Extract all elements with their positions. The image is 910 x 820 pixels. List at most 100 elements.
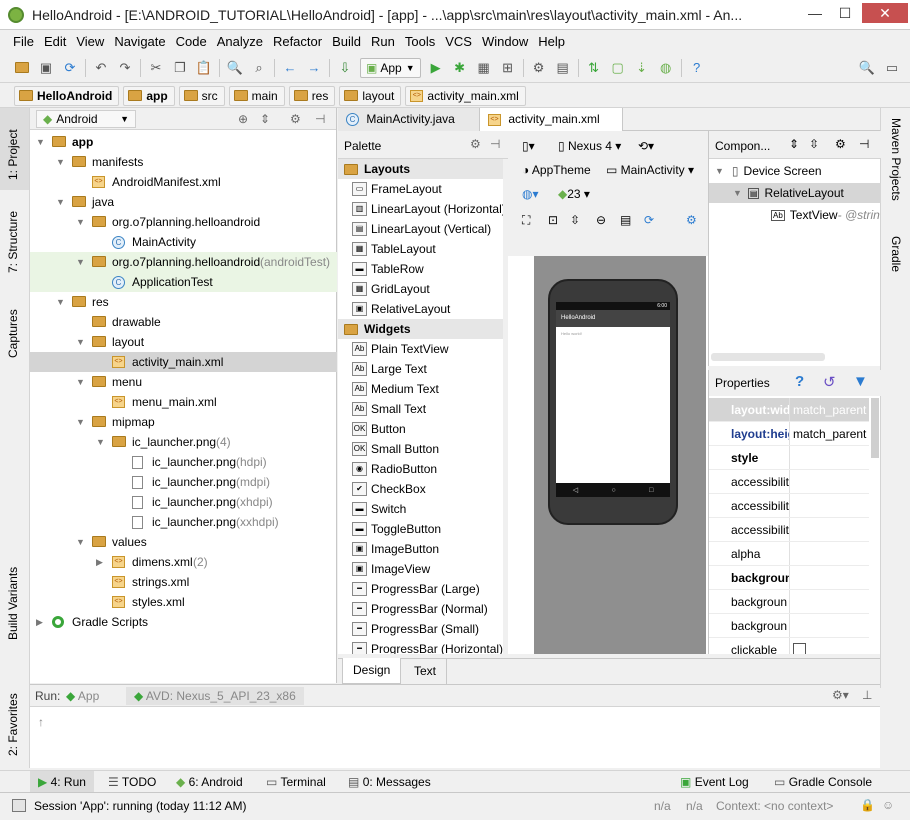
hide-panel-icon[interactable]: ⊣: [315, 112, 325, 126]
property-row[interactable]: accessibilit: [709, 494, 869, 518]
property-value[interactable]: match_parent: [789, 422, 869, 445]
tab-captures[interactable]: Captures: [6, 309, 20, 358]
palette-item[interactable]: ━ ProgressBar (Small): [338, 619, 503, 639]
hide-panel-icon[interactable]: ⊣: [490, 137, 500, 151]
find-icon[interactable]: 🔍: [226, 59, 244, 77]
theme-dropdown[interactable]: ◑ AppTheme: [522, 163, 591, 177]
menu-navigate[interactable]: Navigate: [109, 31, 170, 53]
tree-item[interactable]: ▼ ic_launcher.png (4): [30, 432, 337, 452]
tree-item[interactable]: ▶ <> dimens.xml (2): [30, 552, 337, 572]
menu-run[interactable]: Run: [366, 31, 400, 53]
tree-device-screen[interactable]: ▼ ▯ Device Screen: [709, 161, 881, 181]
tree-item[interactable]: ▼ org.o7planning.helloandroid: [30, 212, 337, 232]
expand-arrow-icon[interactable]: ▼: [96, 432, 106, 452]
palette-item[interactable]: Ab Large Text: [338, 359, 503, 379]
tab-todo[interactable]: ☰ TODO: [108, 771, 156, 793]
design-mode-icon[interactable]: ▯▾: [522, 139, 535, 153]
expand-all-icon[interactable]: ⇕: [789, 137, 799, 151]
menu-code[interactable]: Code: [171, 31, 212, 53]
collapse-arrow-icon[interactable]: ▶: [96, 552, 106, 572]
crumb-app[interactable]: app: [123, 85, 175, 106]
tree-item[interactable]: ▼ manifests: [30, 152, 337, 172]
palette-item[interactable]: ▦ TableLayout: [338, 239, 503, 259]
palette-item[interactable]: ▬ TableRow: [338, 259, 503, 279]
minimize-button[interactable]: —: [800, 3, 830, 23]
palette-item[interactable]: ▦ GridLayout: [338, 279, 503, 299]
palette-item[interactable]: ━ ProgressBar (Normal): [338, 599, 503, 619]
project-view-dropdown[interactable]: ◆ Android ▼: [36, 109, 136, 128]
expand-arrow-icon[interactable]: ▼: [76, 532, 86, 552]
expand-arrow-icon[interactable]: ▼: [36, 132, 46, 152]
palette-item[interactable]: ━ ProgressBar (Horizontal): [338, 639, 503, 654]
palette-item[interactable]: ▬ Switch: [338, 499, 503, 519]
horizontal-scrollbar[interactable]: [711, 353, 825, 361]
run-icon[interactable]: ▶: [427, 59, 445, 77]
tree-item[interactable]: <> styles.xml: [30, 592, 337, 612]
attach-debugger-icon[interactable]: ⊞: [499, 59, 517, 77]
tree-item[interactable]: ▼ app: [30, 132, 337, 152]
menu-window[interactable]: Window: [477, 31, 533, 53]
expand-arrow-icon[interactable]: ▼: [76, 372, 86, 392]
device-dropdown[interactable]: ▯ Nexus 4 ▾: [558, 139, 621, 153]
palette-item[interactable]: ━ ProgressBar (Large): [338, 579, 503, 599]
palette-item[interactable]: OK Small Button: [338, 439, 503, 459]
property-row[interactable]: clickable: [709, 638, 869, 654]
close-button[interactable]: ✕: [862, 3, 908, 23]
tree-item[interactable]: ▼ layout: [30, 332, 337, 352]
forward-icon[interactable]: →: [305, 59, 323, 77]
search-everywhere-icon[interactable]: 🔍: [858, 59, 876, 77]
tab-event-log[interactable]: ▣ Event Log: [680, 771, 749, 793]
palette-item[interactable]: ▣ RelativeLayout: [338, 299, 503, 319]
tree-item[interactable]: <> AndroidManifest.xml: [30, 172, 337, 192]
palette-item[interactable]: ▥ LinearLayout (Horizontal): [338, 199, 503, 219]
tree-item[interactable]: ▼ mipmap: [30, 412, 337, 432]
filter-icon[interactable]: ▼: [853, 373, 868, 390]
palette-item[interactable]: Ab Plain TextView: [338, 339, 503, 359]
save-icon[interactable]: ▣: [37, 59, 55, 77]
tab-gradle[interactable]: Gradle: [889, 236, 903, 272]
expand-arrow-icon[interactable]: ▼: [76, 412, 86, 432]
tree-item[interactable]: ic_launcher.png (xhdpi): [30, 492, 337, 512]
run-config-dropdown[interactable]: ▣ App ▼: [360, 57, 421, 78]
property-value[interactable]: [789, 590, 869, 613]
collapse-all-icon[interactable]: ⇕: [260, 112, 270, 126]
crumb-project[interactable]: HelloAndroid: [14, 85, 120, 106]
sdk-manager-icon[interactable]: ⇣: [633, 59, 651, 77]
property-row[interactable]: style: [709, 446, 869, 470]
property-row[interactable]: backgroun: [709, 590, 869, 614]
properties-scrollbar[interactable]: [871, 398, 879, 458]
menu-edit[interactable]: Edit: [39, 31, 71, 53]
replace-icon[interactable]: ⌕: [250, 59, 268, 77]
menu-view[interactable]: View: [71, 31, 109, 53]
property-value[interactable]: [789, 566, 869, 589]
palette-group[interactable]: Layouts: [338, 159, 503, 179]
maximize-button[interactable]: ☐: [830, 3, 860, 23]
expand-arrow-icon[interactable]: ▼: [56, 152, 66, 172]
tab-terminal[interactable]: ▭ Terminal: [266, 771, 326, 793]
tab-design[interactable]: Design: [342, 658, 402, 684]
gear-icon[interactable]: ⚙: [835, 137, 846, 151]
inspector-icon[interactable]: ☺: [882, 798, 894, 812]
menu-help[interactable]: Help: [533, 31, 570, 53]
property-value[interactable]: [789, 614, 869, 637]
lock-icon[interactable]: 🔒: [860, 798, 875, 812]
scroll-from-source-icon[interactable]: ⊕: [238, 112, 248, 126]
palette-item[interactable]: ▣ ImageView: [338, 559, 503, 579]
tree-item[interactable]: ic_launcher.png (xxhdpi): [30, 512, 337, 532]
palette-group[interactable]: Widgets: [338, 319, 503, 339]
refresh-icon[interactable]: ⟳: [644, 213, 654, 227]
tree-item[interactable]: <> menu_main.xml: [30, 392, 337, 412]
tab-maven-projects[interactable]: Maven Projects: [889, 118, 903, 201]
gear-icon[interactable]: ⚙: [686, 213, 697, 227]
tree-item[interactable]: C MainActivity: [30, 232, 337, 252]
gear-icon[interactable]: ⚙: [290, 112, 301, 126]
menu-build[interactable]: Build: [327, 31, 366, 53]
tab-project[interactable]: 1: Project: [6, 129, 20, 180]
tab-structure[interactable]: 7: Structure: [6, 211, 20, 273]
make-project-icon[interactable]: ⇩: [336, 59, 354, 77]
expand-arrow-icon[interactable]: ▼: [56, 192, 66, 212]
locale-icon[interactable]: ◍▾: [522, 187, 539, 201]
palette-item[interactable]: ▭ FrameLayout: [338, 179, 503, 199]
run-tab-app[interactable]: ◆ App: [66, 689, 99, 703]
sync-gradle-icon[interactable]: ⇅: [585, 59, 603, 77]
